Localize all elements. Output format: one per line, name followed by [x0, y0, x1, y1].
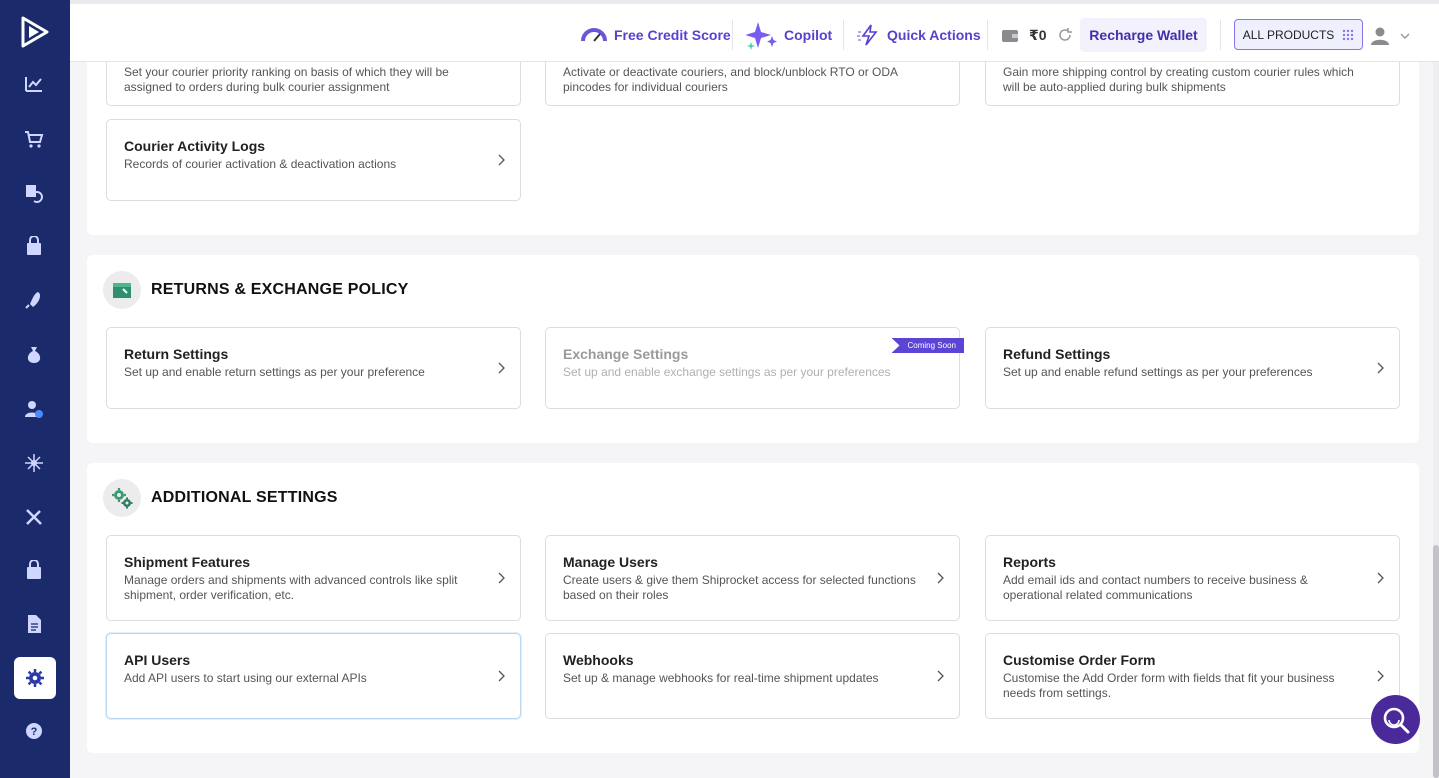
- all-products-label: ALL PRODUCTS: [1242, 27, 1335, 42]
- section-title: ADDITIONAL SETTINGS: [151, 489, 338, 506]
- chevron-right-icon: [937, 572, 944, 584]
- card-description: Manage orders and shipments with advance…: [124, 573, 458, 602]
- sidebar-document-icon[interactable]: [21, 611, 47, 637]
- header-divider: [732, 20, 733, 50]
- floating-search-button[interactable]: [1371, 695, 1420, 744]
- sidebar-orders-cart-icon[interactable]: [21, 126, 47, 152]
- wallet-icon: [1002, 30, 1018, 42]
- user-avatar-icon[interactable]: [1370, 26, 1390, 46]
- chevron-right-icon: [498, 670, 505, 682]
- card-title: Reports: [1003, 554, 1056, 570]
- section-icon-wrapper: [103, 271, 141, 309]
- card-description: Set up and enable exchange settings as p…: [563, 365, 891, 379]
- card-title: Refund Settings: [1003, 346, 1111, 362]
- courier-selection-card[interactable]: Activate or deactivate couriers, and blo…: [545, 62, 960, 106]
- card-description: Customise the Add Order form with fields…: [1003, 671, 1335, 700]
- top-header: Free Credit Score Copilot Quick Actions …: [70, 0, 1439, 62]
- sidebar-rocket-icon[interactable]: [21, 287, 47, 313]
- webhooks-card[interactable]: Webhooks Set up & manage webhooks for re…: [545, 633, 960, 719]
- speedometer-icon: [581, 28, 607, 42]
- card-description: Set up and enable return settings as per…: [124, 365, 425, 379]
- courier-priority-card[interactable]: Set your courier priority ranking on bas…: [106, 62, 521, 106]
- card-description: Set up and enable refund settings as per…: [1003, 365, 1313, 379]
- chevron-right-icon: [498, 572, 505, 584]
- grid-dots-icon: [1343, 29, 1354, 40]
- free-credit-score-label: Free Credit Score: [614, 27, 731, 43]
- chevron-right-icon: [1377, 572, 1384, 584]
- card-title: Webhooks: [563, 652, 634, 668]
- card-title: Exchange Settings: [563, 346, 689, 362]
- refresh-icon[interactable]: [1057, 27, 1073, 43]
- chevron-right-icon: [498, 362, 505, 374]
- header-divider: [1220, 20, 1221, 50]
- card-title: API Users: [124, 652, 191, 668]
- api-users-card[interactable]: API Users Add API users to start using o…: [106, 633, 521, 719]
- shipment-features-card[interactable]: Shipment Features Manage orders and ship…: [106, 535, 521, 621]
- sidebar-help-icon[interactable]: ?: [21, 718, 47, 744]
- customise-order-form-card[interactable]: Customise Order Form Customise the Add O…: [985, 633, 1400, 719]
- card-description: Set your courier priority ranking on bas…: [124, 65, 449, 94]
- lightning-icon: [857, 24, 878, 46]
- sidebar-dashboard-icon[interactable]: [21, 71, 47, 97]
- shiprocket-logo-icon[interactable]: [17, 14, 53, 50]
- courier-activity-logs-card[interactable]: Courier Activity Logs Records of courier…: [106, 119, 521, 201]
- card-description: Add API users to start using our externa…: [124, 671, 367, 685]
- exchange-settings-card: Exchange Settings Set up and enable exch…: [545, 327, 964, 409]
- return-box-icon: [113, 283, 131, 298]
- return-settings-card[interactable]: Return Settings Set up and enable return…: [106, 327, 521, 409]
- copilot-button[interactable]: Copilot: [746, 22, 833, 50]
- card-description: Create users & give them Shiprocket acce…: [563, 573, 916, 602]
- sidebar: ?: [0, 0, 70, 778]
- gears-icon: [112, 488, 133, 509]
- chevron-right-icon: [937, 670, 944, 682]
- settings-content: Set your courier priority ranking on bas…: [70, 62, 1439, 778]
- svg-text:?: ?: [31, 726, 38, 738]
- additional-settings-section: ADDITIONAL SETTINGS Shipment Features Ma…: [87, 463, 1419, 753]
- chevron-right-icon: [498, 154, 505, 166]
- sidebar-returns-icon[interactable]: [21, 180, 47, 206]
- wallet-amount: ₹0: [1029, 26, 1047, 43]
- section-icon-wrapper: [103, 479, 141, 517]
- recharge-wallet-button[interactable]: Recharge Wallet: [1080, 18, 1207, 52]
- wallet-balance: ₹0: [1001, 22, 1073, 48]
- sidebar-tools-icon[interactable]: [21, 504, 47, 530]
- sidebar-money-bag-icon[interactable]: [21, 342, 47, 368]
- scrollbar-thumb[interactable]: [1433, 545, 1439, 778]
- returns-exchange-section: RETURNS & EXCHANGE POLICY Return Setting…: [87, 255, 1419, 443]
- refund-settings-card[interactable]: Refund Settings Set up and enable refund…: [985, 327, 1400, 409]
- manage-users-card[interactable]: Manage Users Create users & give them Sh…: [545, 535, 960, 621]
- copilot-label: Copilot: [784, 27, 833, 43]
- card-title: Return Settings: [124, 346, 229, 362]
- courier-rules-card[interactable]: Gain more shipping control by creating c…: [985, 62, 1400, 106]
- chevron-right-icon: [1377, 670, 1384, 682]
- quick-actions-button[interactable]: Quick Actions: [857, 22, 981, 48]
- card-description: Gain more shipping control by creating c…: [1003, 65, 1354, 94]
- sidebar-settings-gear-icon[interactable]: [14, 657, 56, 699]
- courier-section: Set your courier priority ranking on bas…: [87, 62, 1419, 235]
- card-description: Add email ids and contact numbers to rec…: [1003, 573, 1308, 602]
- coming-soon-badge: Coming Soon: [891, 338, 964, 353]
- search-icon: [1383, 707, 1409, 733]
- card-description: Set up & manage webhooks for real-time s…: [563, 671, 879, 685]
- all-products-button[interactable]: ALL PRODUCTS: [1234, 19, 1363, 50]
- card-title: Manage Users: [563, 554, 658, 570]
- card-title: Courier Activity Logs: [124, 138, 266, 154]
- chevron-down-icon[interactable]: [1399, 30, 1411, 42]
- card-title: Customise Order Form: [1003, 652, 1156, 668]
- card-description: Records of courier activation & deactiva…: [124, 157, 397, 171]
- quick-actions-label: Quick Actions: [887, 27, 981, 43]
- free-credit-score-link[interactable]: Free Credit Score: [580, 22, 731, 48]
- sidebar-lock-bag-icon[interactable]: [21, 233, 47, 259]
- sidebar-network-icon[interactable]: [21, 450, 47, 476]
- card-description: Activate or deactivate couriers, and blo…: [563, 65, 898, 94]
- header-divider: [987, 20, 988, 50]
- section-title: RETURNS & EXCHANGE POLICY: [151, 281, 409, 298]
- header-divider: [843, 20, 844, 50]
- sidebar-user-check-icon[interactable]: [21, 396, 47, 422]
- sidebar-lock-bag-icon-2[interactable]: [21, 557, 47, 583]
- reports-card[interactable]: Reports Add email ids and contact number…: [985, 535, 1400, 621]
- sparkle-icon: [746, 22, 777, 50]
- chevron-right-icon: [1377, 362, 1384, 374]
- card-title: Shipment Features: [124, 554, 251, 570]
